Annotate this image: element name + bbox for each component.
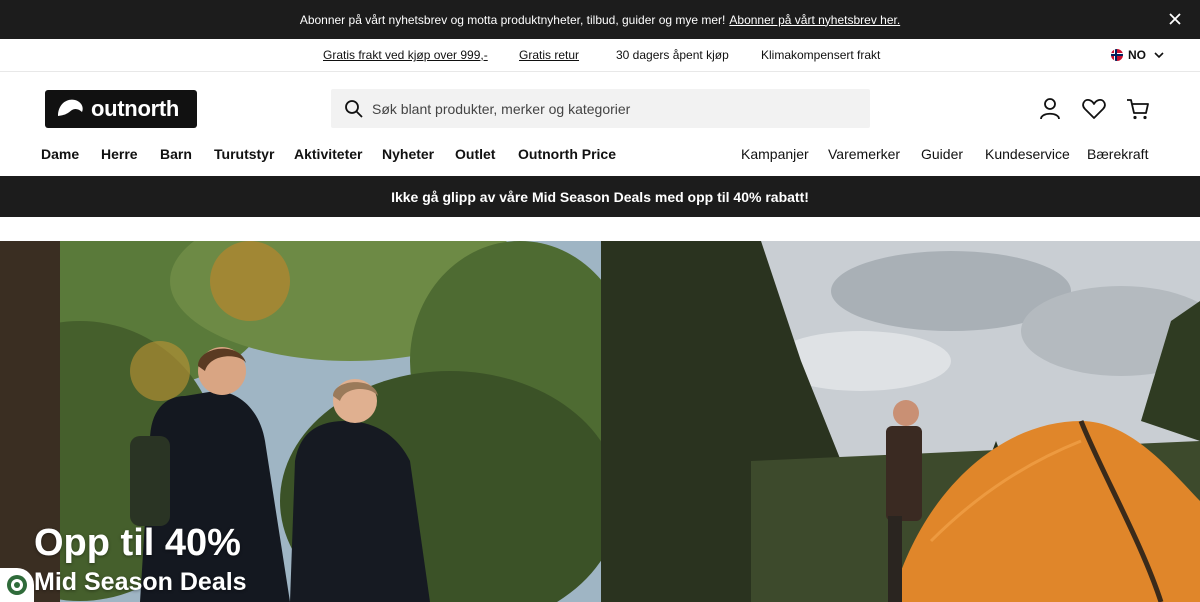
search-bar[interactable] [331, 89, 870, 128]
hero-title: Opp til 40% [34, 522, 241, 564]
search-input[interactable] [372, 100, 852, 117]
nav-item-herre[interactable]: Herre [101, 146, 138, 162]
outnorth-logo[interactable]: outnorth [45, 90, 197, 128]
usp-climate-shipping: Klimakompensert frakt [761, 48, 881, 62]
norway-flag-icon [1111, 49, 1123, 61]
promo-text: Ikke gå glipp av våre Mid Season Deals m… [391, 188, 809, 205]
nav-item-nyheter[interactable]: Nyheter [382, 146, 434, 162]
newsletter-subscribe-link[interactable]: Abonner på vårt nyhetsbrev her. [729, 13, 900, 27]
chevron-down-icon [1154, 52, 1164, 59]
newsletter-bar: Abonner på vårt nyhetsbrev og motta prod… [0, 0, 1200, 39]
logo-mark-icon [58, 99, 83, 116]
nav-item-guider[interactable]: Guider [921, 146, 963, 162]
wishlist-heart-icon[interactable] [1081, 96, 1107, 122]
search-icon [345, 99, 363, 118]
nav-item-dame[interactable]: Dame [41, 146, 79, 162]
cart-icon[interactable] [1125, 96, 1151, 122]
nav-item-aktiviteter[interactable]: Aktiviteter [294, 146, 362, 162]
hero-image-tent[interactable] [601, 241, 1200, 602]
usp-free-shipping[interactable]: Gratis frakt ved kjøp over 999,- [323, 48, 488, 62]
close-icon[interactable] [1166, 10, 1184, 28]
nav-item-kundeservice[interactable]: Kundeservice [985, 146, 1070, 162]
newsletter-text: Abonner på vårt nyhetsbrev og motta prod… [299, 12, 726, 27]
nav-item-baerekraft[interactable]: Bærekraft [1087, 146, 1148, 162]
usp-open-purchase: 30 dagers åpent kjøp [616, 48, 729, 62]
trust-badge[interactable] [0, 568, 34, 602]
nav-item-outlet[interactable]: Outlet [455, 146, 495, 162]
nav-item-barn[interactable]: Barn [160, 146, 192, 162]
language-code: NO [1128, 48, 1146, 62]
account-icon[interactable] [1037, 96, 1063, 122]
trust-badge-icon [7, 575, 27, 595]
usp-free-returns[interactable]: Gratis retur [519, 48, 579, 62]
nav-item-kampanjer[interactable]: Kampanjer [741, 146, 809, 162]
nav-item-outnorth-price[interactable]: Outnorth Price [518, 146, 616, 162]
usp-bar: Gratis frakt ved kjøp over 999,- Gratis … [0, 39, 1200, 72]
nav-item-varemerker[interactable]: Varemerker [828, 146, 900, 162]
hero-subtitle: Mid Season Deals [34, 568, 247, 596]
nav-item-turutstyr[interactable]: Turutstyr [214, 146, 274, 162]
promo-banner[interactable]: Ikke gå glipp av våre Mid Season Deals m… [0, 176, 1200, 217]
logo-text: outnorth [91, 96, 180, 121]
tent-illustration [601, 241, 1200, 602]
language-selector[interactable]: NO [1111, 48, 1166, 62]
